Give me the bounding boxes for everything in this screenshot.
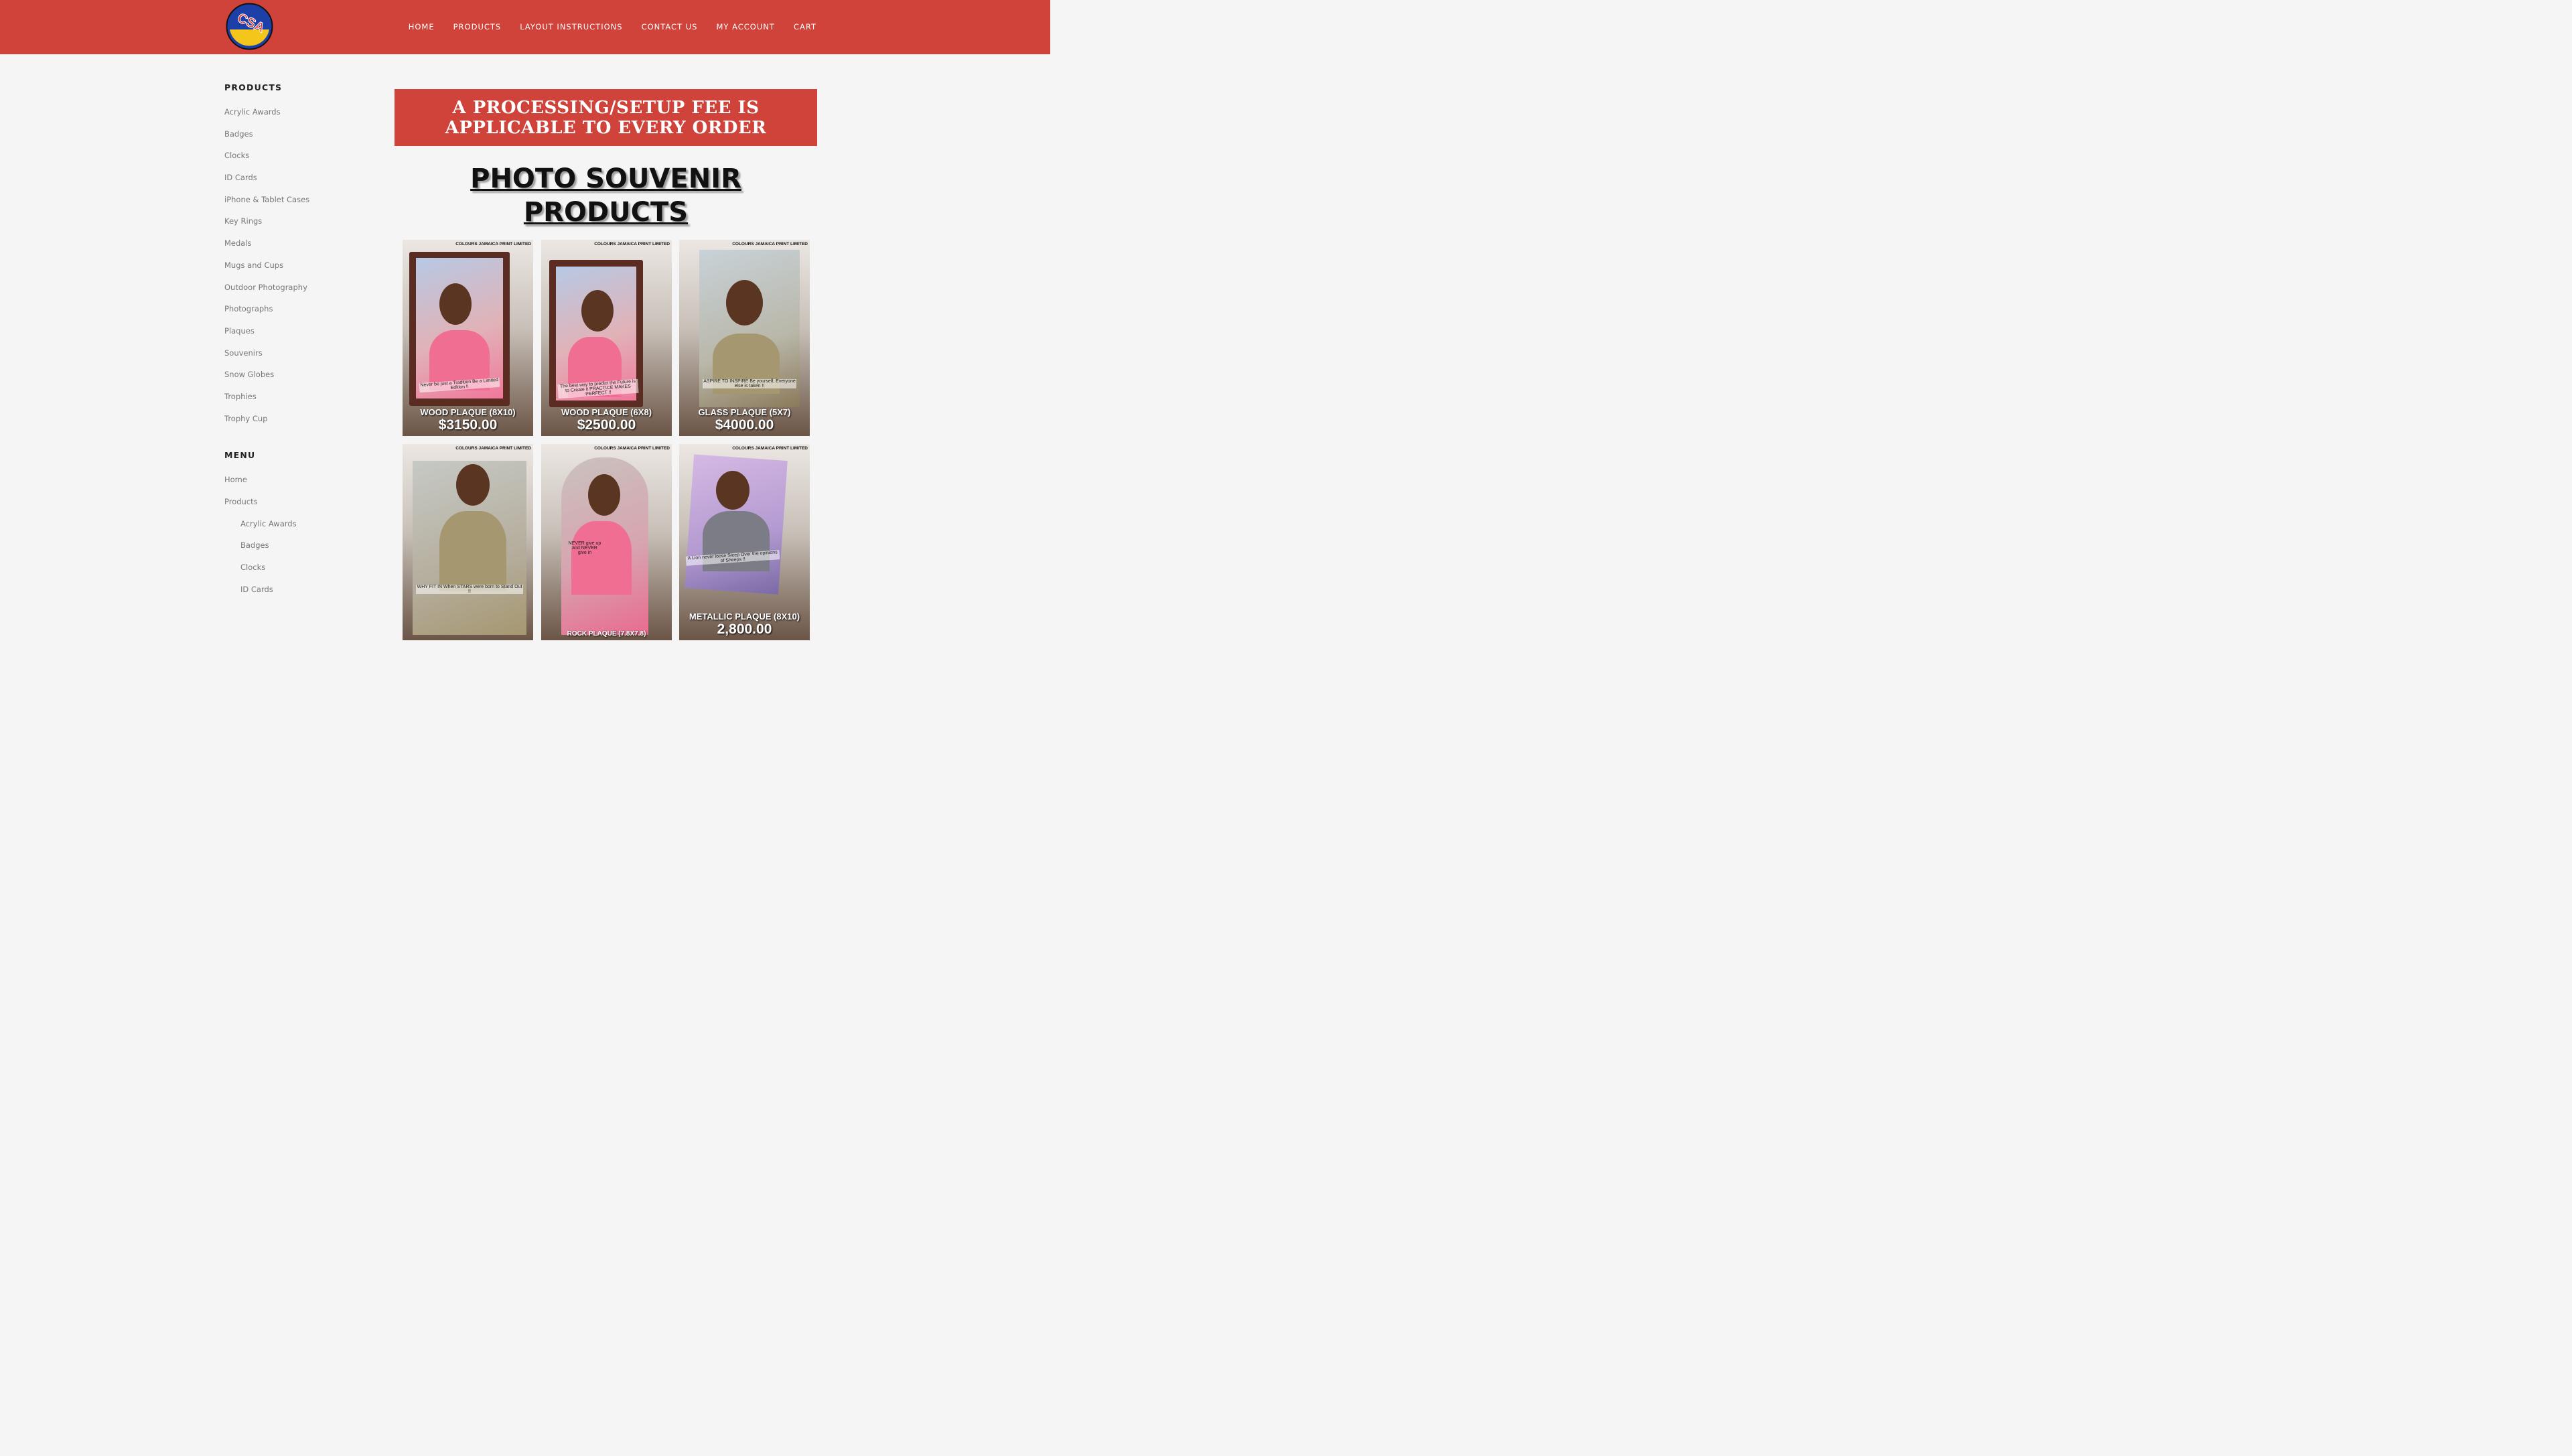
product-name: WOOD PLAQUE (6X8) (561, 407, 652, 417)
page-title: PHOTO SOUVENIR PRODUCTS (395, 162, 817, 229)
sidebar-item-badges[interactable]: Badges (224, 128, 372, 150)
processing-fee-banner: A PROCESSING/SETUP FEE IS APPLICABLE TO … (395, 89, 817, 146)
title-line-2: PRODUCTS (523, 197, 689, 228)
menu-heading: MENU (224, 450, 256, 461)
product-card[interactable]: COLOURS JAMAICA PRINT LIMITED Never be j… (403, 240, 533, 436)
sidebar-item-plaques[interactable]: Plaques (224, 325, 372, 347)
product-caption: METALLIC PLAQUE (8X10) 2,800.00 (679, 611, 810, 638)
sidebar-item-photographs[interactable]: Photographs (224, 303, 372, 325)
nav-my-account[interactable]: MY ACCOUNT (716, 22, 774, 31)
person-head (726, 280, 763, 325)
sidebar-item-mugs-cups[interactable]: Mugs and Cups (224, 259, 372, 281)
brand-label: COLOURS JAMAICA PRINT LIMITED (455, 446, 531, 451)
product-caption: GLASS PLAQUE (5X7) $4000.00 (679, 407, 810, 433)
brand-label: COLOURS JAMAICA PRINT LIMITED (594, 242, 670, 246)
brand-label: COLOURS JAMAICA PRINT LIMITED (455, 242, 531, 246)
products-heading: PRODUCTS (224, 82, 283, 92)
product-name: WOOD PLAQUE (8X10) (420, 407, 516, 417)
sidebar-item-medals[interactable]: Medals (224, 237, 372, 259)
person-head (439, 283, 472, 325)
product-card[interactable]: COLOURS JAMAICA PRINT LIMITED A Lion nev… (679, 444, 810, 640)
person-head (588, 474, 620, 516)
sidebar-item-key-rings[interactable]: Key Rings (224, 215, 372, 237)
menu-subitem-badges[interactable]: Badges (224, 539, 372, 561)
sidebar: PRODUCTS Acrylic Awards Badges Clocks ID… (224, 82, 372, 605)
nav-contact-us[interactable]: CONTACT US (642, 22, 698, 31)
product-caption: WOOD PLAQUE (6X8) $2500.00 (541, 407, 672, 433)
sidebar-item-outdoor-photography[interactable]: Outdoor Photography (224, 281, 372, 303)
person-body (439, 511, 506, 591)
nav-layout-instructions[interactable]: LAYOUT INSTRUCTIONS (520, 22, 622, 31)
menu-list: Home Products Acrylic Awards Badges Cloc… (224, 474, 372, 605)
sidebar-item-trophy-cup[interactable]: Trophy Cup (224, 413, 372, 435)
product-price: $4000.00 (715, 417, 774, 433)
sidebar-item-trophies[interactable]: Trophies (224, 390, 372, 413)
nav-products[interactable]: PRODUCTS (453, 22, 502, 31)
product-card[interactable]: COLOURS JAMAICA PRINT LIMITED The best w… (541, 240, 672, 436)
brand-label: COLOURS JAMAICA PRINT LIMITED (732, 446, 808, 451)
product-caption: WOOD PLAQUE (8X10) $3150.00 (403, 407, 533, 433)
nav-home[interactable]: HOME (409, 22, 435, 31)
sidebar-item-snow-globes[interactable]: Snow Globes (224, 368, 372, 390)
sidebar-item-acrylic-awards[interactable]: Acrylic Awards (224, 106, 372, 128)
site-header: CSA HOME PRODUCTS LAYOUT INSTRUCTIONS CO… (0, 0, 1050, 54)
menu-subitem-id-cards[interactable]: ID Cards (224, 583, 372, 605)
banner-line-2: APPLICABLE TO EVERY ORDER (445, 117, 767, 138)
brand-label: COLOURS JAMAICA PRINT LIMITED (594, 446, 670, 451)
sidebar-item-souvenirs[interactable]: Souvenirs (224, 347, 372, 369)
product-name: METALLIC PLAQUE (8X10) (689, 611, 800, 622)
nav-cart[interactable]: CART (794, 22, 816, 31)
menu-item-products[interactable]: Products (224, 496, 372, 518)
sidebar-item-id-cards[interactable]: ID Cards (224, 171, 372, 194)
person-head (581, 290, 614, 332)
person-body (571, 521, 632, 595)
banner-line-1: A PROCESSING/SETUP FEE IS (452, 97, 760, 118)
products-list: Acrylic Awards Badges Clocks ID Cards iP… (224, 106, 372, 434)
product-price: 2,800.00 (717, 622, 772, 637)
brand-label: COLOURS JAMAICA PRINT LIMITED (732, 242, 808, 246)
product-card[interactable]: COLOURS JAMAICA PRINT LIMITED WHY FIT IN… (403, 444, 533, 640)
sidebar-item-clocks[interactable]: Clocks (224, 149, 372, 171)
plaque-quote: ASPIRE TO INSPIRE Be yourself, Everyone … (703, 379, 796, 388)
product-card[interactable]: COLOURS JAMAICA PRINT LIMITED NEVER give… (541, 444, 672, 640)
product-caption: ROCK PLAQUE (7.8X7.8) (541, 630, 672, 638)
product-card[interactable]: COLOURS JAMAICA PRINT LIMITED ASPIRE TO … (679, 240, 810, 436)
person-head (456, 464, 490, 506)
menu-item-home[interactable]: Home (224, 474, 372, 496)
main-nav: HOME PRODUCTS LAYOUT INSTRUCTIONS CONTAC… (390, 22, 816, 31)
person-head (716, 471, 749, 510)
plaque-quote: WHY FIT IN When STARS were born to Stand… (416, 585, 523, 594)
csa-logo[interactable]: CSA (226, 3, 273, 50)
sidebar-item-iphone-tablet-cases[interactable]: iPhone & Tablet Cases (224, 194, 372, 216)
product-name: ROCK PLAQUE (7.8X7.8) (567, 630, 646, 638)
title-line-1: PHOTO SOUVENIR (470, 163, 741, 194)
menu-subitem-clocks[interactable]: Clocks (224, 561, 372, 583)
menu-subitem-acrylic-awards[interactable]: Acrylic Awards (224, 518, 372, 540)
plaque-quote: NEVER give up and NEVER give in (568, 541, 601, 555)
product-price: $3150.00 (438, 417, 498, 433)
product-price: $2500.00 (577, 417, 636, 433)
product-name: GLASS PLAQUE (5X7) (698, 407, 791, 417)
